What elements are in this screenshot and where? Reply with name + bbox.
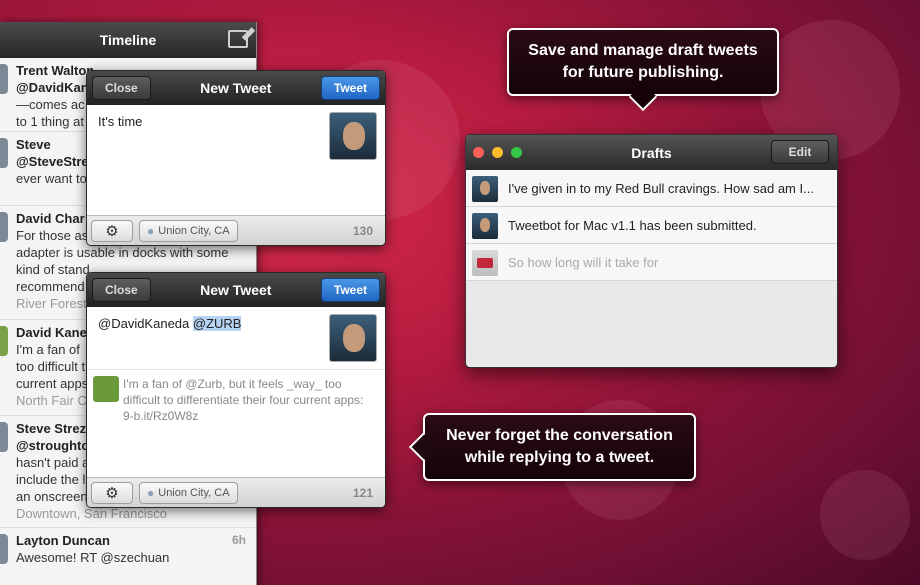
avatar [0,212,8,242]
draft-text: I've given in to my Red Bull cravings. H… [508,180,814,196]
tweet-text-area[interactable]: @DavidKaneda @ZURB I'm a fan of @Zurb, b… [87,307,385,477]
avatar [472,176,498,202]
tweet-button[interactable]: Tweet [320,278,380,302]
callout-pointer [628,82,658,112]
popover-header: Close New Tweet Tweet [87,273,385,307]
drafts-title: Drafts [631,144,672,161]
location-button[interactable]: ● Union City, CA [139,481,238,504]
location-pin-icon: ● [147,485,155,500]
avatar [0,64,8,94]
location-label: Union City, CA [158,486,230,499]
new-tweet-popover: Close New Tweet Tweet It's time ⚙ ● Unio… [86,70,386,246]
draft-item[interactable]: Tweetbot for Mac v1.1 has been submitted… [466,207,837,244]
drafts-window: Drafts Edit I've given in to my Red Bull… [465,134,838,368]
close-button[interactable]: Close [92,76,151,100]
reply-tweet-text: I'm a fan of @Zurb, but it feels _way_ t… [123,377,364,423]
selected-mention[interactable]: @ZURB [192,316,242,331]
tweet-author[interactable]: Layton Duncan [16,532,250,549]
settings-button[interactable]: ⚙ [91,481,133,504]
avatar[interactable] [329,314,377,362]
bokeh-light [820,470,910,560]
minimize-window-icon[interactable] [492,147,503,158]
window-controls [473,147,522,158]
avatar [0,138,8,168]
tweet-text: Awesome! RT @szechuan [16,550,170,565]
location-button[interactable]: ● Union City, CA [139,219,238,242]
timeline-title: Timeline [99,32,157,48]
avatar [472,250,498,276]
gear-icon: ⚙ [105,222,119,240]
tweet-timestamp: 6h [231,533,246,547]
avatar [0,422,8,452]
tweet-button[interactable]: Tweet [320,76,380,100]
gear-icon: ⚙ [105,484,119,502]
edit-button[interactable]: Edit [771,140,829,164]
tweet-text-area[interactable]: It's time [87,105,385,215]
popover-title: New Tweet [200,282,272,298]
timeline-header: Timeline [0,22,256,58]
conversation-callout: Never forget the conversation while repl… [408,413,696,481]
popover-header: Close New Tweet Tweet [87,71,385,105]
drafts-title-bar: Drafts Edit [466,135,837,170]
avatar [472,213,498,239]
avatar [0,326,8,356]
popover-footer: ⚙ ● Union City, CA 130 [87,215,385,245]
callout-text: Never forget the conversation while repl… [446,427,673,466]
location-pin-icon: ● [147,223,155,238]
popover-title: New Tweet [200,80,272,96]
close-window-icon[interactable] [473,147,484,158]
settings-button[interactable]: ⚙ [91,219,133,242]
draft-item[interactable]: I've given in to my Red Bull cravings. H… [466,170,837,207]
draft-item[interactable]: So how long will it take for [466,244,837,281]
avatar [0,534,8,564]
avatar [93,376,119,402]
tweet-text[interactable]: It's time [98,114,142,129]
reply-context: I'm a fan of @Zurb, but it feels _way_ t… [87,369,385,424]
compose-icon[interactable] [228,30,248,48]
reply-tweet-popover: Close New Tweet Tweet @DavidKaneda @ZURB… [86,272,386,508]
drafts-callout: Save and manage draft tweets for future … [507,28,779,112]
timeline-item[interactable]: Layton Duncan 6h Awesome! RT @szechuan [0,528,256,585]
close-button[interactable]: Close [92,278,151,302]
zoom-window-icon[interactable] [511,147,522,158]
tweet-text: adapter is usable in docks with some [16,245,229,260]
avatar[interactable] [329,112,377,160]
location-label: Union City, CA [158,224,230,237]
character-count: 130 [352,223,373,238]
character-count: 121 [352,485,373,500]
popover-footer: ⚙ ● Union City, CA 121 [87,477,385,507]
draft-text: So how long will it take for [508,254,659,270]
draft-text: Tweetbot for Mac v1.1 has been submitted… [508,217,757,233]
tweet-text[interactable]: @DavidKaneda [98,316,189,331]
callout-text: Save and manage draft tweets for future … [528,42,758,81]
